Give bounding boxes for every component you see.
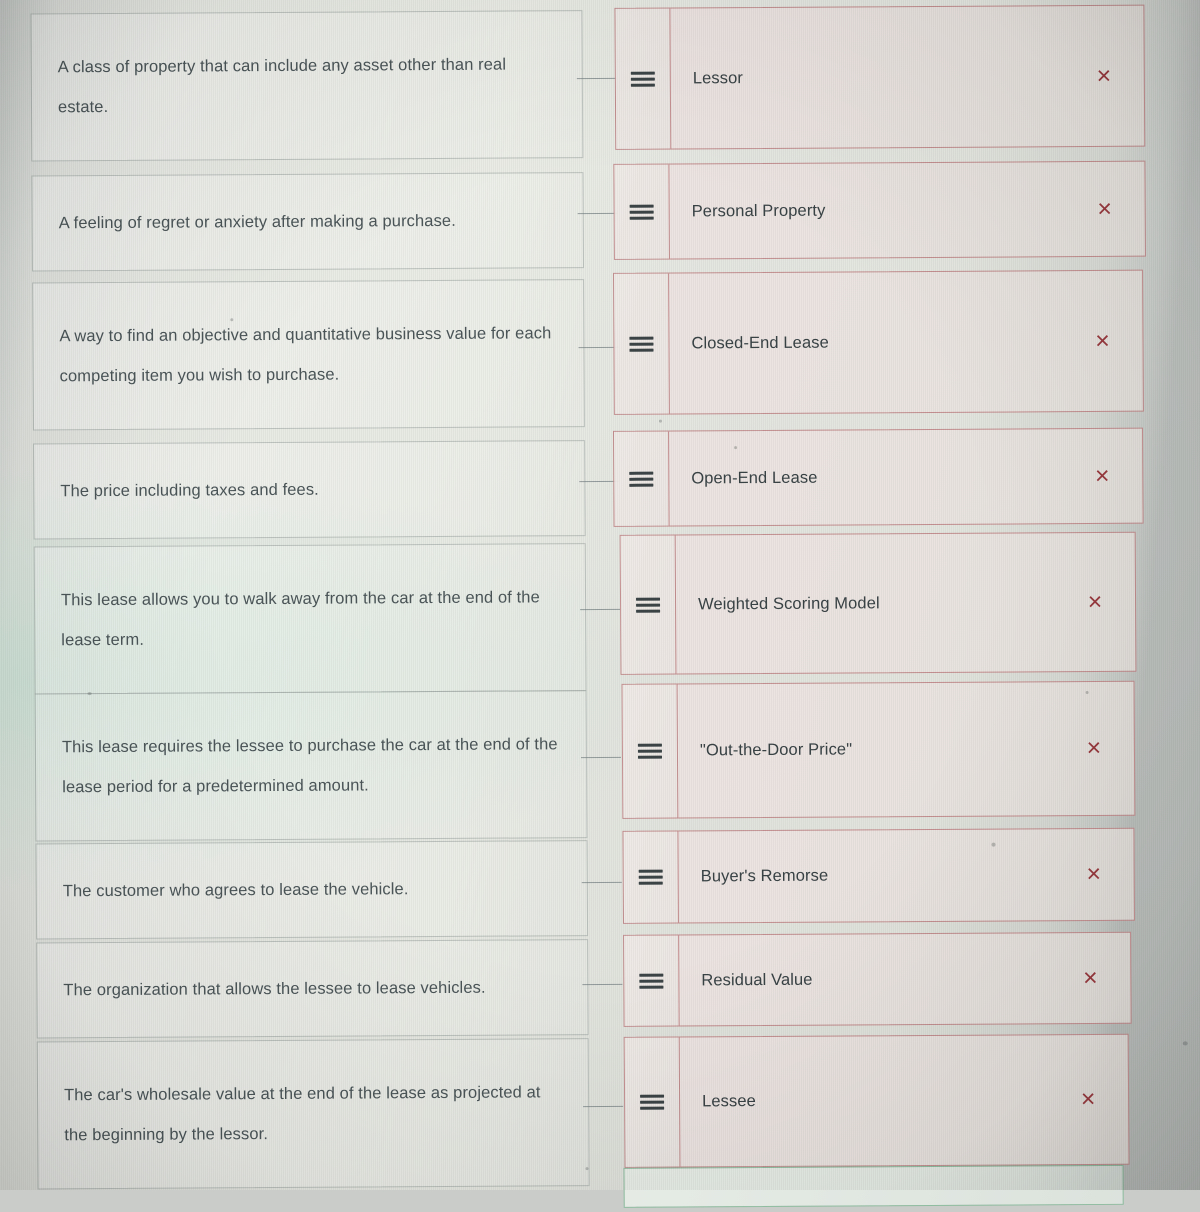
prompt-text: The customer who agrees to lease the veh… <box>63 868 561 911</box>
drag-handle[interactable] <box>625 1038 681 1167</box>
close-icon[interactable]: × <box>1073 589 1135 614</box>
answer-label: Buyer's Remorse <box>679 865 1072 886</box>
close-icon[interactable]: × <box>1068 965 1130 990</box>
hamburger-icon <box>639 973 663 988</box>
answer-card[interactable]: Open-End Lease × <box>613 428 1144 527</box>
answer-card[interactable]: Personal Property × <box>613 161 1146 260</box>
answer-label: Closed-End Lease <box>669 332 1080 354</box>
hamburger-icon <box>630 204 654 219</box>
match-connector-line <box>578 213 618 214</box>
drag-handle[interactable] <box>623 685 679 818</box>
drag-handle[interactable] <box>623 832 679 923</box>
hamburger-icon <box>639 870 663 885</box>
answer-card[interactable]: Buyer's Remorse × <box>622 828 1135 924</box>
match-connector-line <box>577 78 617 79</box>
drag-handle[interactable] <box>615 9 671 149</box>
dust-speck <box>659 420 662 423</box>
match-connector-line <box>581 757 621 758</box>
answer-card[interactable]: "Out-the-Door Price" × <box>622 681 1136 819</box>
answer-card-partial[interactable] <box>623 1165 1123 1208</box>
answer-label: "Out-the-Door Price" <box>678 739 1072 760</box>
drag-handle[interactable] <box>621 536 677 674</box>
match-connector-line <box>578 347 618 348</box>
prompt-box[interactable]: A feeling of regret or anxiety after mak… <box>31 172 584 271</box>
prompt-text: A feeling of regret or anxiety after mak… <box>59 200 557 243</box>
close-icon[interactable]: × <box>1080 328 1142 353</box>
drag-handle[interactable] <box>614 274 670 414</box>
close-icon[interactable]: × <box>1080 463 1142 488</box>
close-icon[interactable]: × <box>1083 196 1145 221</box>
drag-handle[interactable] <box>614 432 670 526</box>
hamburger-icon <box>636 597 660 612</box>
answer-label: Residual Value <box>679 969 1068 990</box>
answer-label: Open-End Lease <box>669 467 1080 489</box>
answer-label: Lessee <box>680 1090 1066 1111</box>
prompt-box[interactable]: A class of property that can include any… <box>30 10 583 161</box>
hamburger-icon <box>640 1095 664 1110</box>
answer-card[interactable]: Lessee × <box>624 1034 1130 1168</box>
prompt-box[interactable]: This lease allows you to walk away from … <box>34 543 587 694</box>
match-connector-line <box>580 609 620 610</box>
prompt-text: This lease requires the lessee to purcha… <box>62 724 560 808</box>
prompt-text: A class of property that can include any… <box>58 44 556 128</box>
close-icon[interactable]: × <box>1082 63 1144 88</box>
matching-quiz-screen: A class of property that can include any… <box>0 0 1200 1194</box>
answer-card[interactable]: Weighted Scoring Model × <box>620 532 1137 675</box>
hamburger-icon <box>629 471 653 486</box>
answer-card[interactable]: Closed-End Lease × <box>613 270 1144 415</box>
close-icon[interactable]: × <box>1072 736 1134 761</box>
prompt-text: The organization that allows the lessee … <box>63 967 561 1010</box>
answer-label: Weighted Scoring Model <box>676 593 1073 614</box>
prompt-box[interactable]: A way to find an objective and quantitat… <box>32 279 585 430</box>
match-connector-line <box>583 1106 623 1107</box>
dust-speck <box>1183 1041 1188 1045</box>
prompt-box[interactable]: The customer who agrees to lease the veh… <box>36 840 589 939</box>
prompt-box[interactable]: The car's wholesale value at the end of … <box>37 1038 590 1189</box>
prompt-text: The car's wholesale value at the end of … <box>64 1072 562 1156</box>
answer-card[interactable]: Residual Value × <box>623 932 1132 1027</box>
hamburger-icon <box>638 744 662 759</box>
answer-label: Lessor <box>671 67 1082 89</box>
drag-handle[interactable] <box>614 165 670 259</box>
prompt-text: This lease allows you to walk away from … <box>61 577 559 661</box>
match-connector-line <box>582 882 622 883</box>
prompt-box[interactable]: The organization that allows the lessee … <box>36 939 589 1038</box>
close-icon[interactable]: × <box>1072 862 1134 887</box>
answer-label: Personal Property <box>670 200 1083 222</box>
close-icon[interactable]: × <box>1066 1087 1128 1112</box>
hamburger-icon <box>629 336 653 351</box>
drag-handle[interactable] <box>624 936 680 1026</box>
hamburger-icon <box>631 71 655 86</box>
answer-card[interactable]: Lessor × <box>614 5 1145 150</box>
match-connector-line <box>582 984 622 985</box>
prompt-text: The price including taxes and fees. <box>60 468 558 511</box>
prompt-box[interactable]: The price including taxes and fees. <box>33 440 586 539</box>
prompt-box[interactable]: This lease requires the lessee to purcha… <box>35 690 588 841</box>
prompt-text: A way to find an objective and quantitat… <box>59 313 557 397</box>
